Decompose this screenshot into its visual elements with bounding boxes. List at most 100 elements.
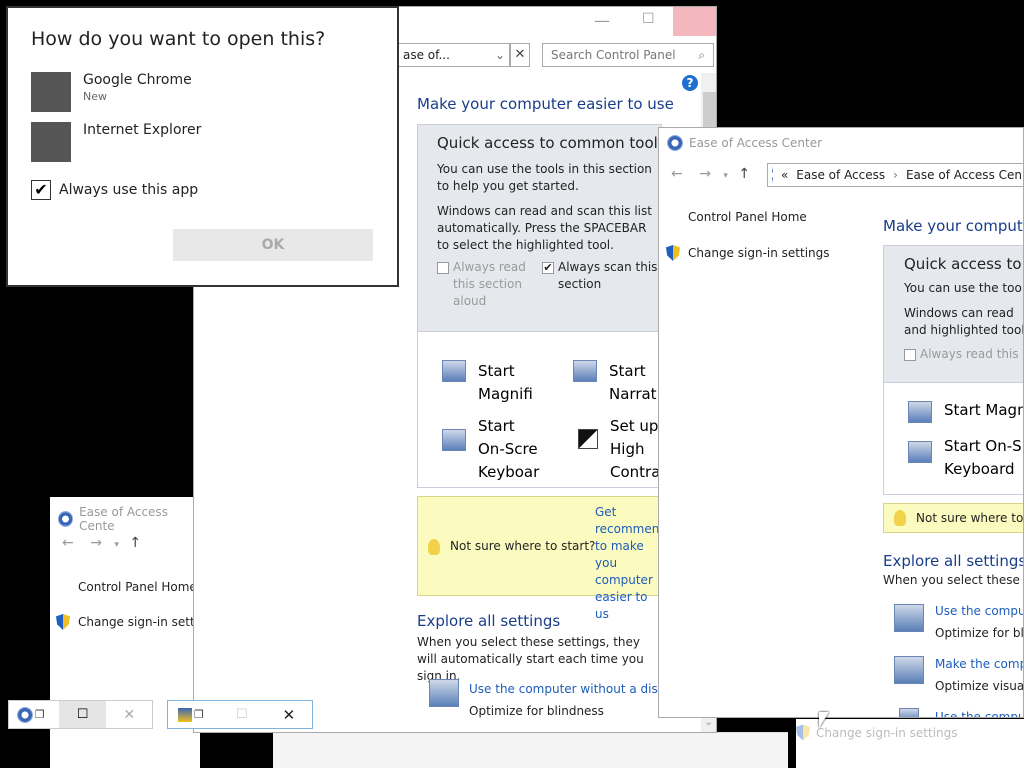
page-heading: Make your computer easier to use [417,95,674,113]
quick-access-text2: Windows can read and scan this list auto… [437,204,652,252]
maximize-button[interactable]: ☐ [642,11,655,27]
control-panel-icon [58,511,74,527]
change-signin-link[interactable]: Change sign-in settings [688,246,830,260]
settings-item-2-link[interactable]: Make the comput [935,657,1023,671]
shield-icon [56,614,70,630]
explore-heading: Explore all settings [883,552,1024,570]
always-scan-checkbox[interactable] [542,262,554,274]
internet-explorer-icon [31,122,71,162]
app-name-chrome: Google Chrome [83,72,192,88]
chrome-icon [31,72,71,112]
taskbar-thumb-1[interactable]: ❐ ☐ ✕ [8,700,153,729]
optimize-blindness-text: Optimize for blindness [469,704,604,718]
tools-panel: Start Magnifi Start Narrat Start On-Scre… [417,332,662,488]
app-option-chrome[interactable]: Google Chrome New [31,72,192,112]
lightbulb-icon [428,539,440,555]
display-icon [429,679,459,707]
overflow-icon[interactable]: « [781,168,788,182]
quick-access-panel: Quick access to You can use the tools Wi… [883,245,1024,383]
magnifier-icon [442,360,466,382]
settings-item-1-sub: Optimize for bli [935,626,1024,640]
ease-of-access-window: Ease of Access Center ← → ▾ ↑ « Ease of … [658,127,1024,718]
user-icon [899,708,919,717]
dialog-title: How do you want to open this? [31,28,326,50]
shield-icon [666,245,680,261]
close-button[interactable]: ✕ [106,707,152,723]
settings-item-2-sub: Optimize visual [935,679,1024,693]
not-sure-text: Not sure where to s [916,511,1024,525]
tool-high-contrast[interactable]: Set up High Contra [610,415,665,484]
close-button[interactable] [673,7,716,36]
quick-access-title: Quick access to [904,255,1022,273]
forward-icon[interactable]: → [699,166,711,182]
dropdown-icon[interactable]: ▾ [723,171,728,181]
breadcrumb-item-1[interactable]: Ease of Access [796,168,885,182]
restore-icon[interactable]: ❐ [35,708,45,721]
tool-magnifier[interactable]: Start Magn [944,401,1023,423]
quick-access-text2: Windows can read and highlighted tool. [904,306,1024,337]
window-title: Ease of Access Cente [79,505,168,533]
always-read-label: Always read this section aloud [453,260,526,308]
app-option-ie[interactable]: Internet Explorer [31,122,201,162]
quick-access-panel: Quick access to common tools You can use… [417,124,666,332]
settings-item-1-link[interactable]: Use the compute [935,604,1023,618]
app-name-ie: Internet Explorer [83,122,202,138]
restore-icon[interactable]: ❐ [194,708,204,721]
open-with-dialog: How do you want to open this? Google Chr… [6,6,399,287]
maximize-button[interactable]: ☐ [218,707,266,722]
control-panel-icon [667,135,683,151]
search-input[interactable]: Search Control Panel [551,48,676,62]
always-scan-label: Always scan this section [558,260,658,291]
magnifier-icon [908,401,932,423]
dropdown-icon[interactable]: ▾ [114,540,119,550]
address-bar[interactable]: ase of... ⌄ [398,43,510,67]
address-crumb: ase of... [403,48,450,62]
control-panel-icon [17,706,33,723]
taskbar-thumb-2[interactable]: ❐ ☐ ✕ [167,700,313,729]
up-icon[interactable]: ↑ [738,166,750,182]
high-contrast-icon [578,429,598,449]
chevron-right-icon: › [893,168,898,182]
keyboard-icon [908,441,932,463]
always-read-label: Always read this se [920,347,1023,361]
back-icon[interactable]: ← [62,535,74,551]
tool-onscreen-keyboard[interactable]: Start On-Scre Keyboar [478,415,542,484]
get-recommendations-link[interactable]: Get recommenda to make you computer easi… [595,504,674,623]
forward-icon[interactable]: → [90,535,102,551]
chevron-down-icon[interactable]: ⌄ [495,48,505,62]
close-button[interactable]: ✕ [266,706,312,724]
display-icon [894,604,924,632]
ok-button[interactable]: OK [173,229,373,261]
page-heading: Make your compute [883,217,1024,235]
app-sub-chrome: New [83,90,107,103]
up-icon[interactable]: ↑ [129,535,141,551]
maximize-button[interactable]: ☐ [58,701,107,728]
quick-access-title: Quick access to common tools [437,134,666,152]
clear-address-button[interactable]: ✕ [510,43,530,67]
control-panel-home-link[interactable]: Control Panel Home [78,580,197,594]
always-read-checkbox[interactable] [904,349,916,361]
minimize-button[interactable]: — [594,11,610,30]
always-use-label: Always use this app [59,182,199,198]
search-box[interactable]: Search Control Panel ⌕ [542,43,714,67]
tool-onscreen-keyboard[interactable]: Start On-S Keyboard [944,435,1023,481]
settings-item-3-link[interactable]: Use the comput [935,710,1023,717]
lower-strip-window [273,732,788,768]
control-panel-home-link[interactable]: Control Panel Home [688,210,807,224]
back-icon[interactable]: ← [671,166,683,182]
help-icon[interactable]: ? [682,75,698,91]
tool-magnifier[interactable]: Start Magnifi [478,360,538,406]
monitor-icon [894,656,924,684]
always-read-checkbox[interactable] [437,262,449,274]
narrator-icon [573,360,597,382]
lightbulb-icon [894,510,906,526]
change-signin-link[interactable]: Change sign-in setting [78,615,200,629]
breadcrumb-item-2[interactable]: Ease of Access Cen [906,168,1022,182]
keyboard-icon [442,429,466,451]
use-without-display-link[interactable]: Use the computer without a displa [469,682,676,696]
explore-text: When you select these settings, they wil… [417,635,644,683]
always-use-checkbox[interactable]: ✔ [31,180,51,200]
change-signin-link-faded[interactable]: Change sign-in settings [816,726,958,740]
breadcrumb[interactable]: « Ease of Access › Ease of Access Cen [767,163,1023,187]
not-sure-box: Not sure where to start? Get recommenda … [417,496,674,621]
